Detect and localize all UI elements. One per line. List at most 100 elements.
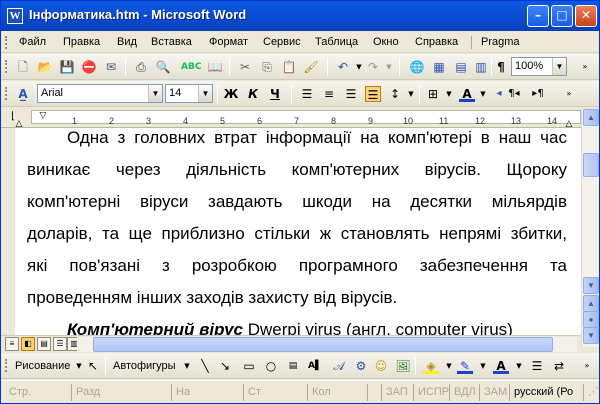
dash-style-icon[interactable]: ⇄ [551,358,567,374]
columns-icon[interactable]: ▥ [473,59,489,75]
web-view-icon[interactable]: ◧ [21,337,35,351]
font-color-dropdown-icon[interactable]: ▼ [511,358,527,374]
menu-tools[interactable]: Сервис [263,36,301,48]
rtl-icon[interactable]: ¶◂ [506,86,522,102]
minimize-button[interactable]: – [527,5,549,27]
menu-file[interactable]: Файл [19,36,46,48]
toolbar-options-icon[interactable]: » [561,86,577,102]
horizontal-scrollbar[interactable] [77,337,577,352]
document-page[interactable]: Одна з головних втрат інформації на комп… [15,128,581,348]
clip-art-icon[interactable]: ☺ [373,358,389,374]
hyperlink-icon[interactable]: 🌐 [409,59,425,75]
toolbar-grip[interactable] [5,359,8,372]
menu-edit[interactable]: Правка [63,36,100,48]
fill-dropdown-icon[interactable]: ▼ [441,358,457,374]
size-grip-icon[interactable]: ⋰ [583,384,599,401]
menu-table[interactable]: Таблица [315,36,358,48]
next-page-icon[interactable]: ▼ [583,327,599,344]
print-preview-icon[interactable]: 🔍 [155,59,171,75]
arrow-icon[interactable]: ↘ [217,358,233,374]
normal-view-icon[interactable]: ≡ [5,337,19,351]
tables-borders-icon[interactable]: ▦ [431,59,447,75]
show-formatting-icon[interactable]: ¶ [493,59,509,75]
ruler-track[interactable]: 1 2 3 4 5 6 7 8 9 10 11 12 13 14 [31,110,581,126]
paste-icon[interactable]: 📋 [281,59,297,75]
save-icon[interactable]: 💾 [59,59,75,75]
status-trk[interactable]: ИСПР [413,384,449,401]
line-spacing-icon[interactable]: ↕ [387,86,403,102]
print-icon[interactable]: ⎙ [133,59,149,75]
font-color-icon[interactable]: A [493,358,509,374]
insert-table-icon[interactable]: ▤ [453,59,469,75]
border-icon[interactable]: ⊞ [425,86,441,102]
ltr-icon[interactable]: ▸¶ [530,86,546,102]
scroll-up-icon[interactable]: ▲ [583,109,599,126]
first-line-indent-icon[interactable]: ▽ [35,108,51,124]
chevron-down-icon[interactable]: ▼ [198,85,212,102]
horizontal-scroll-thumb[interactable] [93,337,553,352]
select-browse-object-icon[interactable]: ● [583,311,599,328]
align-center-icon[interactable]: ≡ [321,86,337,102]
menu-format[interactable]: Формат [209,36,248,48]
autoshapes-button[interactable]: Автофигуры [113,360,176,372]
justify-icon[interactable]: ☰ [365,86,381,102]
redo-dropdown-icon[interactable]: ▼ [381,59,397,75]
vertical-scrollbar[interactable]: ▲ ▼ ▲ ● ▼ [581,109,599,347]
line-spacing-dropdown-icon[interactable]: ▼ [403,86,419,102]
paragraph-1[interactable]: Одна з головних втрат інформації на комп… [27,128,567,314]
permission-icon[interactable]: ⛔ [81,59,97,75]
previous-page-icon[interactable]: ▲ [583,295,599,312]
close-button[interactable]: ✕ [575,5,597,27]
italic-button[interactable]: К [245,86,261,102]
redo-icon[interactable]: ↷ [365,59,381,75]
text-box-icon[interactable]: ▤ [285,358,301,374]
status-rec[interactable]: ЗАП [381,384,413,401]
menu-window[interactable]: Окно [373,36,399,48]
horizontal-ruler[interactable]: ⌊ 1 2 3 4 5 6 7 8 9 10 11 12 13 14 ▽ △ △ [1,107,599,129]
vertical-text-box-icon[interactable]: A▌ [307,358,323,374]
menu-help[interactable]: Справка [415,36,458,48]
print-layout-icon[interactable]: ▤ [37,337,51,351]
zoom-select[interactable]: 100% ▼ [511,57,567,76]
research-icon[interactable]: 📖 [207,59,223,75]
status-ext[interactable]: ВДЛ [449,384,479,401]
line-color-icon[interactable]: ✎ [457,358,473,374]
toolbar-options-icon[interactable]: » [579,358,595,374]
word-app-icon[interactable]: W [7,8,23,24]
toolbar-options-icon[interactable]: » [577,59,593,75]
line-style-icon[interactable]: ☰ [529,358,545,374]
diagram-icon[interactable]: ⚙ [353,358,369,374]
scroll-thumb[interactable] [583,153,599,177]
wordart-icon[interactable]: 𝒜 [331,358,347,374]
format-painter-icon[interactable]: 🖌 [303,59,319,75]
autoshapes-dropdown-icon[interactable]: ▼ [179,358,195,374]
menubar-grip[interactable] [5,36,8,49]
bold-button[interactable]: Ж [223,86,239,102]
align-left-icon[interactable]: ☰ [299,86,315,102]
outline-view-icon[interactable]: ☰ [53,337,67,351]
picture-icon[interactable]: 🖼 [395,358,411,374]
copy-icon[interactable]: ⎘ [259,59,275,75]
styles-icon[interactable]: A̲ [15,86,31,102]
scroll-arrow-icon[interactable]: ◂ [491,86,507,102]
font-name-select[interactable]: Arial ▼ [37,84,163,103]
scroll-down-icon[interactable]: ▼ [583,277,599,294]
title-bar[interactable]: W Інформатика.htm - Microsoft Word – □ ✕ [1,1,599,31]
email-icon[interactable]: ✉ [103,59,119,75]
toolbar-grip[interactable] [5,87,8,100]
font-color-dropdown-icon[interactable]: ▼ [475,86,491,102]
status-ovr[interactable]: ЗАМ [479,384,509,401]
new-document-icon[interactable]: 🗋 [15,59,31,75]
toolbar-grip[interactable] [5,60,8,73]
fill-color-icon[interactable]: ◈ [423,358,439,374]
chevron-down-icon[interactable]: ▼ [148,85,162,102]
menu-pragma[interactable]: Pragma [481,36,520,48]
font-color-icon[interactable]: A [459,86,475,102]
rectangle-icon[interactable]: ▭ [241,358,257,374]
line-icon[interactable]: ╲ [197,358,213,374]
spelling-icon[interactable]: ABC [181,59,201,75]
menu-insert[interactable]: Вставка [151,36,192,48]
line-color-dropdown-icon[interactable]: ▼ [475,358,491,374]
border-dropdown-icon[interactable]: ▼ [441,86,457,102]
font-size-select[interactable]: 14 ▼ [165,84,213,103]
